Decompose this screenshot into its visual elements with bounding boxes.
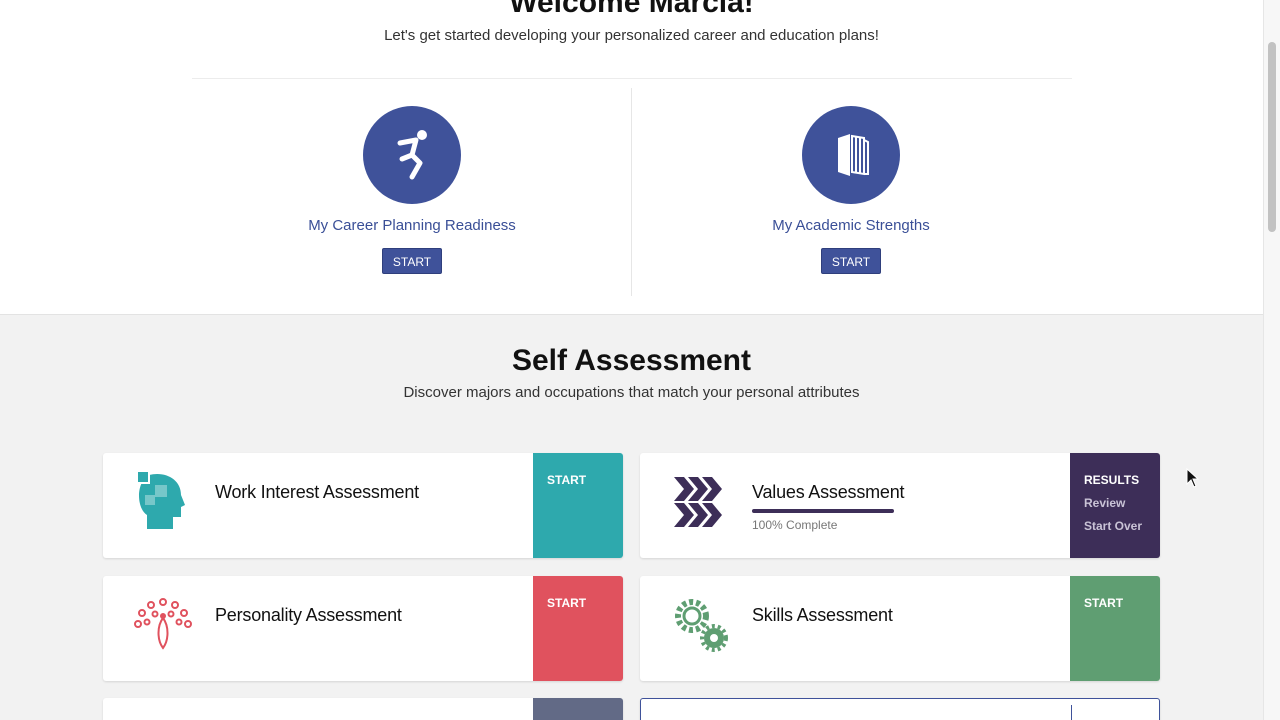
scroll-thumb[interactable] [1268,42,1276,232]
personality-start-button[interactable]: START [547,596,609,610]
divider [631,88,632,296]
work-interest-title: Work Interest Assessment [215,482,419,502]
mouse-cursor-icon [1186,467,1200,493]
assessment-card-partial[interactable] [640,698,1160,720]
values-card[interactable]: Values Assessment 100% Complete RESULTS … [640,453,1160,558]
welcome-title: Welcome Marcia! [509,0,754,19]
personality-action-panel[interactable]: START [533,576,623,681]
progress-bar [752,509,894,513]
academic-strengths-block: My Academic Strengths START [701,106,1001,274]
skills-card[interactable]: Skills Assessment START [640,576,1160,681]
values-results-link[interactable]: RESULTS [1084,473,1146,487]
values-action-panel[interactable]: RESULTS Review Start Over [1070,453,1160,558]
skills-start-button[interactable]: START [1084,596,1146,610]
section-title: Self Assessment [511,344,751,377]
skills-title: Skills Assessment [752,605,893,625]
values-title: Values Assessment [752,482,905,502]
welcome-section: Welcome Marcia! Let's get started develo… [0,0,1263,315]
career-readiness-block: My Career Planning Readiness START [262,106,562,274]
book-icon [802,106,900,204]
career-readiness-start-button[interactable]: START [381,248,443,274]
divider [1071,705,1072,720]
section-subtitle: Discover majors and occupations that mat… [403,384,860,401]
divider [192,78,1072,79]
values-review-link[interactable]: Review [1084,496,1146,510]
scrollbar[interactable] [1263,0,1280,720]
academic-strengths-start-button[interactable]: START [820,248,882,274]
personality-card[interactable]: Personality Assessment START [103,576,623,681]
welcome-subtitle: Let's get started developing your person… [384,27,879,44]
peacock-icon [131,592,195,656]
career-readiness-label[interactable]: My Career Planning Readiness [262,217,562,234]
progress-text: 100% Complete [752,518,838,532]
puzzle-head-icon [131,469,195,533]
work-interest-card[interactable]: Work Interest Assessment START [103,453,623,558]
skills-action-panel[interactable]: START [1070,576,1160,681]
gears-icon [668,592,732,656]
runner-icon [363,106,461,204]
values-start-over-link[interactable]: Start Over [1084,519,1146,533]
chevron-pattern-icon [668,469,732,533]
academic-strengths-label[interactable]: My Academic Strengths [701,217,1001,234]
work-interest-start-button[interactable]: START [547,473,609,487]
personality-title: Personality Assessment [215,605,402,625]
assessment-card-partial[interactable] [103,698,623,720]
action-panel[interactable] [533,698,623,720]
work-interest-action-panel[interactable]: START [533,453,623,558]
values-progress: 100% Complete [752,509,894,532]
